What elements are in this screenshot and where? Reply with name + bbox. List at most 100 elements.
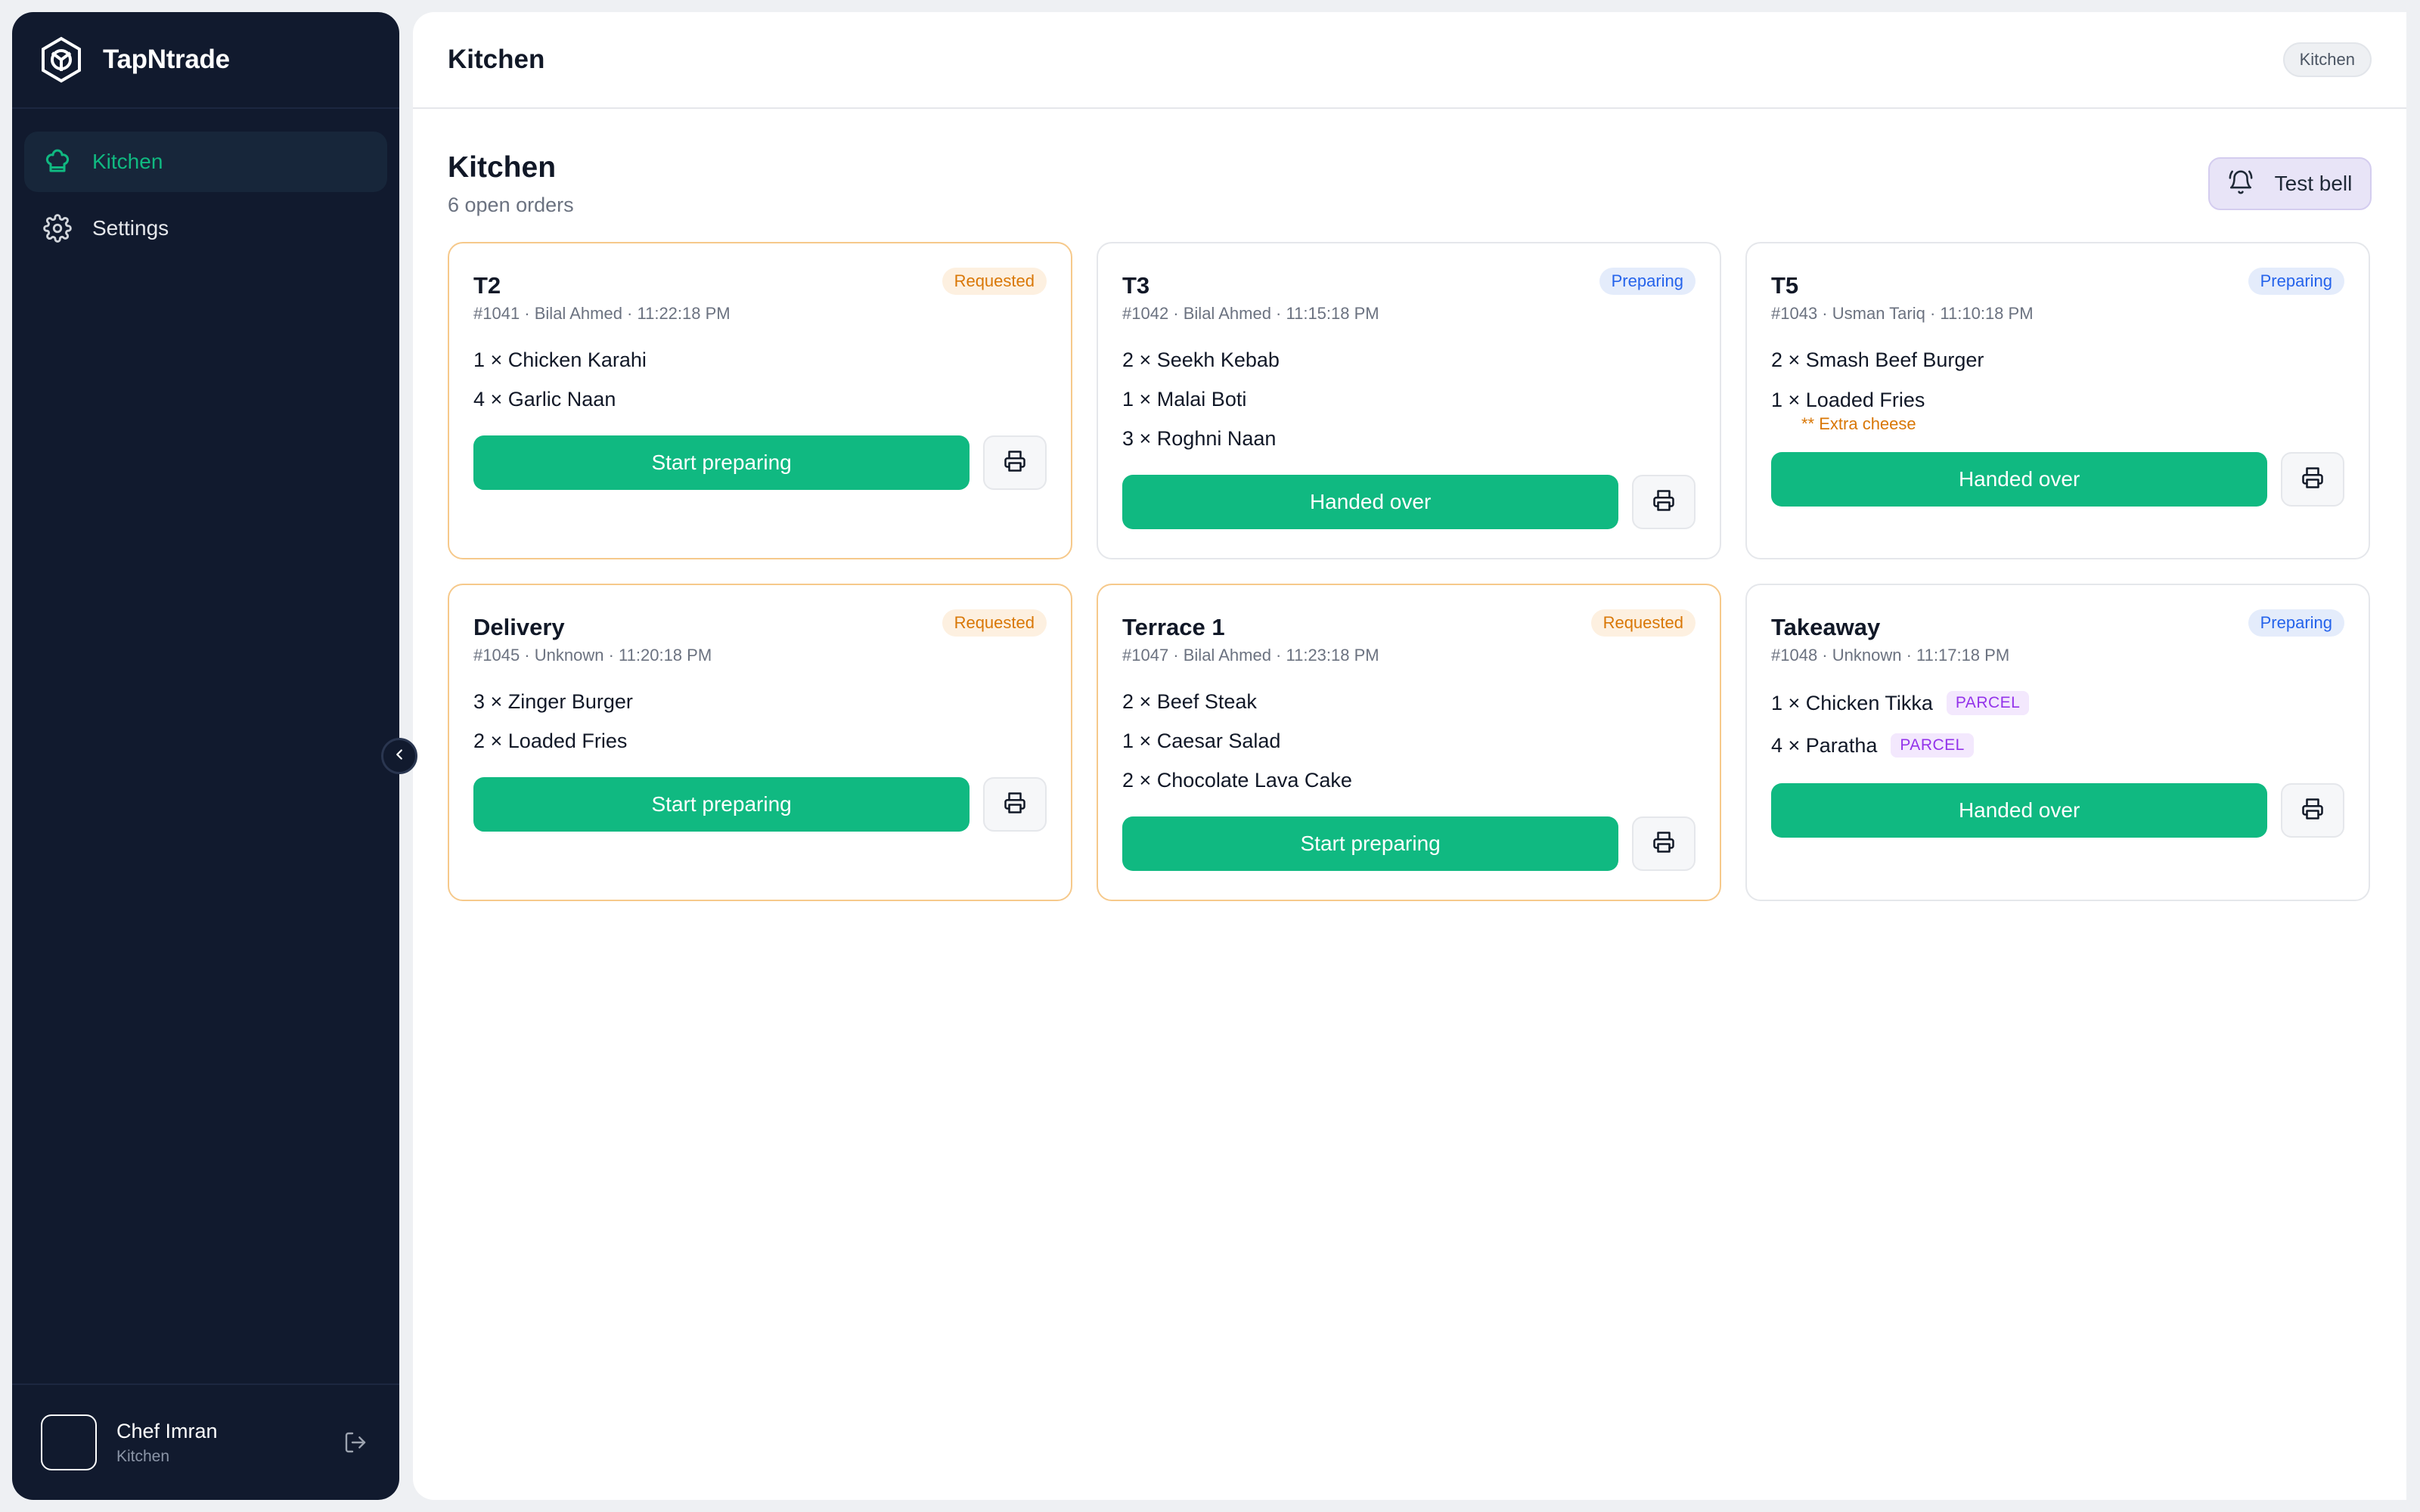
print-button[interactable] [1632, 816, 1696, 871]
order-item: 3 × Roghni Naan [1122, 419, 1696, 458]
sidebar: TapNtrade Kitchen Settings Chef Imran Ki… [12, 12, 399, 1500]
order-item: 4 × Paratha PARCEL [1771, 724, 2344, 767]
order-card: Terrace 1 Requested #1047 · Bilal Ahmed … [1097, 584, 1721, 901]
role-badge: Kitchen [2282, 42, 2372, 77]
order-customer: Unknown [1832, 646, 1902, 665]
start-preparing-button[interactable]: Start preparing [473, 435, 970, 490]
order-table: Terrace 1 [1122, 614, 1225, 640]
user-info: Chef Imran Kitchen [116, 1420, 340, 1466]
order-time: 11:10:18 PM [1940, 304, 2034, 323]
status-badge: Preparing [1599, 268, 1696, 295]
order-time: 11:15:18 PM [1286, 304, 1379, 323]
order-actions: Start preparing [473, 435, 1047, 490]
order-item-text: 2 × Chocolate Lava Cake [1122, 768, 1352, 792]
order-actions: Handed over [1122, 475, 1696, 529]
status-badge: Preparing [2248, 268, 2344, 295]
handed-over-button[interactable]: Handed over [1771, 452, 2268, 507]
order-table: T2 [473, 272, 501, 299]
order-customer: Usman Tariq [1832, 304, 1925, 323]
order-number: #1045 [473, 646, 520, 665]
collapse-sidebar-button[interactable] [381, 738, 417, 774]
print-button[interactable] [2281, 452, 2344, 507]
order-table: T5 [1771, 272, 1799, 299]
order-number: #1048 [1771, 646, 1818, 665]
logout-icon[interactable] [340, 1427, 371, 1458]
order-time: 11:20:18 PM [619, 646, 712, 665]
sidebar-item-kitchen[interactable]: Kitchen [24, 132, 387, 192]
logo-icon [38, 36, 85, 83]
status-badge: Requested [1590, 609, 1696, 637]
handed-over-button[interactable]: Handed over [1122, 475, 1619, 529]
order-item-text: 4 × Garlic Naan [473, 387, 616, 411]
printer-icon [1652, 489, 1675, 516]
order-card-header: Delivery Requested [473, 609, 1047, 641]
order-number: #1041 [473, 304, 520, 323]
gear-icon [42, 213, 73, 243]
parcel-tag: PARCEL [1946, 691, 2030, 715]
start-preparing-button[interactable]: Start preparing [473, 777, 970, 832]
print-button[interactable] [983, 777, 1047, 832]
order-time: 11:17:18 PM [1916, 646, 2010, 665]
status-badge: Requested [942, 609, 1047, 637]
order-card: Takeaway Preparing #1048 · Unknown · 11:… [1745, 584, 2370, 901]
order-time: 11:22:18 PM [637, 304, 731, 323]
order-item: 1 × Chicken Tikka PARCEL [1771, 682, 2344, 724]
order-item-text: 2 × Seekh Kebab [1122, 348, 1280, 371]
user-panel: Chef Imran Kitchen [12, 1383, 399, 1500]
order-items: 2 × Seekh Kebab 1 × Malai Boti 3 × Roghn… [1122, 340, 1696, 458]
print-button[interactable] [983, 435, 1047, 490]
order-customer: Bilal Ahmed [534, 304, 622, 323]
printer-icon [1004, 792, 1026, 818]
order-item-text: 4 × Paratha [1771, 733, 1878, 757]
main-content: Kitchen Kitchen Kitchen 6 open orders Te… [413, 12, 2406, 1500]
order-item: 1 × Chicken Karahi [473, 340, 1047, 380]
order-table: T3 [1122, 272, 1150, 299]
printer-icon [1652, 831, 1675, 857]
chef-hat-icon [42, 147, 73, 177]
order-item-text: 3 × Roghni Naan [1122, 426, 1277, 450]
order-table: Takeaway [1771, 614, 1881, 640]
test-bell-button[interactable]: Test bell [2208, 157, 2372, 210]
order-item: 1 × Caesar Salad [1122, 721, 1696, 761]
topbar: Kitchen Kitchen [413, 12, 2406, 109]
order-items: 1 × Chicken Tikka PARCEL 4 × Paratha PAR… [1771, 682, 2344, 767]
order-meta: #1047 · Bilal Ahmed · 11:23:18 PM [1122, 646, 1379, 665]
status-badge: Requested [942, 268, 1047, 295]
order-item: 4 × Garlic Naan [473, 380, 1047, 419]
order-meta: #1042 · Bilal Ahmed · 11:15:18 PM [1122, 304, 1379, 323]
order-item-text: 2 × Smash Beef Burger [1771, 348, 1984, 371]
order-card-header: T5 Preparing [1771, 268, 2344, 299]
start-preparing-button[interactable]: Start preparing [1122, 816, 1619, 871]
print-button[interactable] [2281, 783, 2344, 838]
order-time: 11:23:18 PM [1286, 646, 1379, 665]
order-item: 1 × Malai Boti [1122, 380, 1696, 419]
brand[interactable]: TapNtrade [12, 12, 399, 109]
page-header: Kitchen 6 open orders Test bell [413, 151, 2406, 217]
order-item-text: 1 × Chicken Karahi [473, 348, 647, 371]
bell-ring-icon [2228, 169, 2254, 199]
sidebar-item-label: Settings [92, 216, 169, 240]
order-card: T3 Preparing #1042 · Bilal Ahmed · 11:15… [1097, 242, 1721, 559]
order-table: Delivery [473, 614, 565, 640]
order-item: 2 × Seekh Kebab [1122, 340, 1696, 380]
order-meta: #1041 · Bilal Ahmed · 11:22:18 PM [473, 304, 731, 323]
order-customer: Bilal Ahmed [1183, 646, 1271, 665]
order-item-text: 1 × Malai Boti [1122, 387, 1247, 411]
sidebar-item-label: Kitchen [92, 150, 163, 173]
handed-over-button[interactable]: Handed over [1771, 783, 2268, 838]
status-badge: Preparing [2248, 609, 2344, 637]
order-number: #1043 [1771, 304, 1818, 323]
order-items: 2 × Smash Beef Burger 1 × Loaded Fries *… [1771, 340, 2344, 435]
item-note: ** Extra cheese [1801, 414, 1916, 433]
order-item-text: 3 × Zinger Burger [473, 689, 633, 713]
print-button[interactable] [1632, 475, 1696, 529]
sidebar-item-settings[interactable]: Settings [24, 198, 387, 259]
order-card-header: Takeaway Preparing [1771, 609, 2344, 641]
order-item-text: 1 × Loaded Fries [1771, 388, 1925, 411]
user-name: Chef Imran [116, 1419, 218, 1442]
order-customer: Bilal Ahmed [1183, 304, 1271, 323]
order-meta: #1048 · Unknown · 11:17:18 PM [1771, 646, 2010, 665]
order-customer: Unknown [534, 646, 604, 665]
order-card-header: T2 Requested [473, 268, 1047, 299]
printer-icon [1004, 450, 1026, 476]
